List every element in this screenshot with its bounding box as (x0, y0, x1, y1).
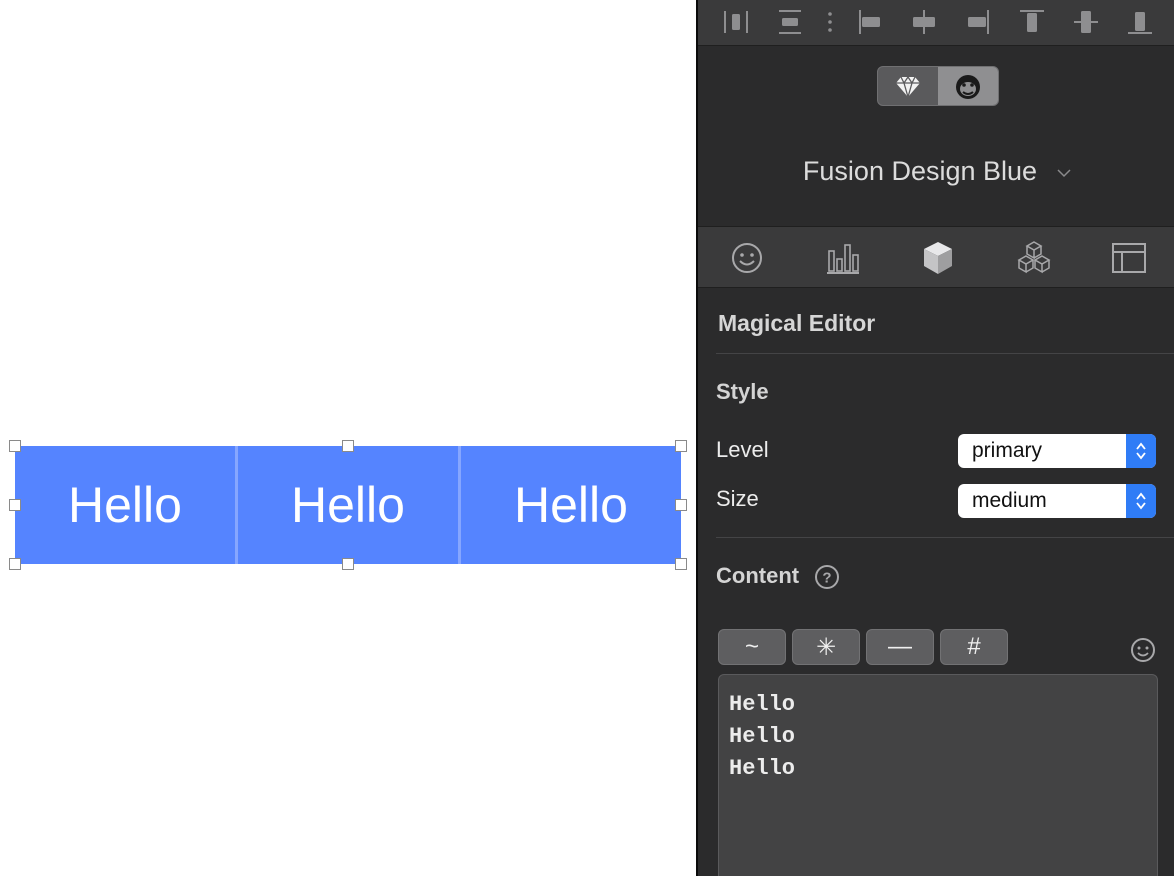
size-label: Size (716, 486, 759, 511)
level-select-value: primary (972, 439, 1043, 462)
align-left-icon[interactable] (856, 8, 884, 36)
more-icon[interactable] (822, 8, 838, 36)
distribute-vertical-icon[interactable] (776, 8, 804, 36)
updown-chevron-icon (1136, 442, 1146, 460)
theme-name: Fusion Design Blue (802, 156, 1038, 186)
format-divider-button[interactable]: — (866, 629, 934, 665)
tab-blocks[interactable] (1014, 239, 1054, 277)
divider (716, 537, 1174, 538)
cubes-icon (1017, 241, 1051, 274)
resize-handle-left[interactable] (9, 499, 21, 511)
mode-option-gorilla[interactable] (938, 67, 998, 105)
theme-selector[interactable]: Fusion Design Blue (698, 156, 1174, 187)
design-canvas[interactable]: Hello Hello Hello (0, 0, 696, 876)
align-middle-vertical-icon[interactable] (1072, 8, 1100, 36)
button-group-item[interactable]: Hello (15, 446, 235, 564)
size-select[interactable]: medium (958, 484, 1156, 518)
format-strikethrough-button[interactable]: ~ (718, 629, 786, 665)
size-select-value: medium (972, 489, 1047, 512)
format-heading-button[interactable]: # (940, 629, 1008, 665)
level-label: Level (716, 437, 769, 462)
section-title: Magical Editor (718, 310, 876, 336)
align-bottom-icon[interactable] (1126, 8, 1154, 36)
tab-charts[interactable] (823, 239, 863, 277)
tab-components[interactable] (918, 239, 958, 277)
tab-emoji[interactable] (727, 239, 767, 277)
svg-text:?: ? (822, 570, 831, 587)
distribute-horizontal-icon[interactable] (722, 8, 750, 36)
align-center-horizontal-icon[interactable] (910, 8, 938, 36)
resize-handle-bottom-right[interactable] (675, 558, 687, 570)
select-stepper[interactable] (1126, 434, 1156, 468)
select-stepper[interactable] (1126, 484, 1156, 518)
button-group[interactable]: Hello Hello Hello (15, 446, 681, 564)
cube-icon (924, 242, 952, 274)
format-bold-button[interactable]: ✳ (792, 629, 860, 665)
gorilla-icon (956, 75, 980, 99)
inspector-tabs (698, 226, 1174, 288)
align-right-icon[interactable] (964, 8, 992, 36)
tab-layout[interactable] (1109, 239, 1149, 277)
resize-handle-top-right[interactable] (675, 440, 687, 452)
mode-toggle[interactable] (877, 66, 999, 106)
help-icon[interactable]: ? (814, 564, 840, 590)
chart-icon (827, 244, 859, 274)
emoji-icon (732, 243, 762, 273)
layout-icon (1112, 243, 1146, 273)
resize-handle-top-left[interactable] (9, 440, 21, 452)
resize-handle-bottom-left[interactable] (9, 558, 21, 570)
alignment-toolbar (698, 0, 1174, 46)
resize-handle-bottom[interactable] (342, 558, 354, 570)
chevron-down-icon (1057, 169, 1071, 177)
button-group-item[interactable]: Hello (458, 446, 681, 564)
updown-chevron-icon (1136, 492, 1146, 510)
mode-option-diamond[interactable] (878, 67, 938, 105)
divider (716, 353, 1174, 354)
diamond-icon (896, 75, 920, 99)
level-select[interactable]: primary (958, 434, 1156, 468)
align-top-icon[interactable] (1018, 8, 1046, 36)
resize-handle-right[interactable] (675, 499, 687, 511)
resize-handle-top[interactable] (342, 440, 354, 452)
button-group-item[interactable]: Hello (235, 446, 458, 564)
content-textarea[interactable]: Hello Hello Hello (718, 674, 1158, 876)
style-heading: Style (716, 379, 769, 404)
inspector-panel: Fusion Design Blue Magical Editor Style … (696, 0, 1174, 876)
emoji-picker-icon[interactable] (1130, 637, 1156, 663)
content-heading: Content (716, 563, 800, 588)
